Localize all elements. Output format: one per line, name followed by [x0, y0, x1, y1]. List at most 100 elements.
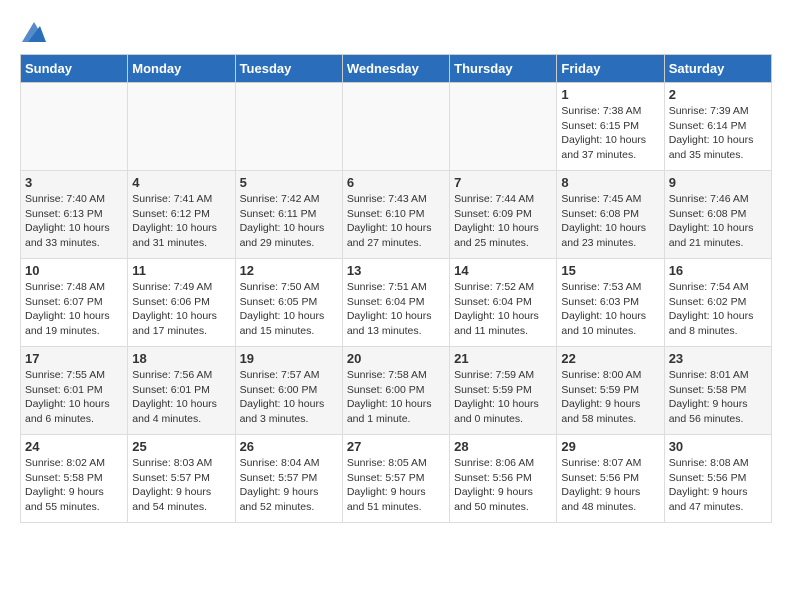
calendar-cell: 19 Sunrise: 7:57 AMSunset: 6:00 PMDayligh…: [235, 347, 342, 435]
day-info: Sunrise: 8:05 AMSunset: 5:57 PMDaylight:…: [347, 456, 445, 515]
day-number: 20: [347, 351, 445, 366]
day-info: Sunrise: 7:46 AMSunset: 6:08 PMDaylight:…: [669, 192, 767, 251]
calendar-cell: 9 Sunrise: 7:46 AMSunset: 6:08 PMDaylight…: [664, 171, 771, 259]
logo: [20, 20, 46, 44]
calendar-cell: 15 Sunrise: 7:53 AMSunset: 6:03 PMDayligh…: [557, 259, 664, 347]
day-info: Sunrise: 7:54 AMSunset: 6:02 PMDaylight:…: [669, 280, 767, 339]
day-number: 22: [561, 351, 659, 366]
day-info: Sunrise: 7:55 AMSunset: 6:01 PMDaylight:…: [25, 368, 123, 427]
day-number: 29: [561, 439, 659, 454]
day-number: 6: [347, 175, 445, 190]
day-info: Sunrise: 8:08 AMSunset: 5:56 PMDaylight:…: [669, 456, 767, 515]
calendar-cell: 14 Sunrise: 7:52 AMSunset: 6:04 PMDayligh…: [450, 259, 557, 347]
day-number: 17: [25, 351, 123, 366]
day-of-week-header: Saturday: [664, 55, 771, 83]
calendar-week-row: 24Sunrise: 8:02 AMSunset: 5:58 PMDayligh…: [21, 435, 772, 523]
day-info: Sunrise: 7:48 AMSunset: 6:07 PMDaylight:…: [25, 280, 123, 339]
day-info: Sunrise: 7:50 AMSunset: 6:05 PMDaylight:…: [240, 280, 338, 339]
calendar-cell: [128, 83, 235, 171]
day-info: Sunrise: 7:41 AMSunset: 6:12 PMDaylight:…: [132, 192, 230, 251]
day-number: 12: [240, 263, 338, 278]
day-info: Sunrise: 7:43 AMSunset: 6:10 PMDaylight:…: [347, 192, 445, 251]
day-info: Sunrise: 7:45 AMSunset: 6:08 PMDaylight:…: [561, 192, 659, 251]
day-info: Sunrise: 8:07 AMSunset: 5:56 PMDaylight:…: [561, 456, 659, 515]
calendar-cell: 29 Sunrise: 8:07 AMSunset: 5:56 PMDayligh…: [557, 435, 664, 523]
day-number: 2: [669, 87, 767, 102]
day-number: 13: [347, 263, 445, 278]
calendar-cell: 25 Sunrise: 8:03 AMSunset: 5:57 PMDayligh…: [128, 435, 235, 523]
day-number: 25: [132, 439, 230, 454]
calendar-table: SundayMondayTuesdayWednesdayThursdayFrid…: [20, 54, 772, 523]
day-of-week-header: Wednesday: [342, 55, 449, 83]
day-number: 21: [454, 351, 552, 366]
day-number: 7: [454, 175, 552, 190]
calendar-cell: 30Sunrise: 8:08 AMSunset: 5:56 PMDayligh…: [664, 435, 771, 523]
day-info: Sunrise: 7:51 AMSunset: 6:04 PMDaylight:…: [347, 280, 445, 339]
day-info: Sunrise: 8:06 AMSunset: 5:56 PMDaylight:…: [454, 456, 552, 515]
day-number: 26: [240, 439, 338, 454]
day-of-week-header: Sunday: [21, 55, 128, 83]
calendar-cell: 10Sunrise: 7:48 AMSunset: 6:07 PMDayligh…: [21, 259, 128, 347]
day-number: 28: [454, 439, 552, 454]
calendar-cell: 1 Sunrise: 7:38 AMSunset: 6:15 PMDaylight…: [557, 83, 664, 171]
day-number: 8: [561, 175, 659, 190]
days-of-week-row: SundayMondayTuesdayWednesdayThursdayFrid…: [21, 55, 772, 83]
calendar-cell: 3Sunrise: 7:40 AMSunset: 6:13 PMDaylight…: [21, 171, 128, 259]
day-number: 9: [669, 175, 767, 190]
day-info: Sunrise: 7:59 AMSunset: 5:59 PMDaylight:…: [454, 368, 552, 427]
day-number: 1: [561, 87, 659, 102]
calendar-cell: 8 Sunrise: 7:45 AMSunset: 6:08 PMDaylight…: [557, 171, 664, 259]
calendar-cell: 7 Sunrise: 7:44 AMSunset: 6:09 PMDaylight…: [450, 171, 557, 259]
calendar-cell: 21 Sunrise: 7:59 AMSunset: 5:59 PMDayligh…: [450, 347, 557, 435]
day-info: Sunrise: 7:56 AMSunset: 6:01 PMDaylight:…: [132, 368, 230, 427]
day-info: Sunrise: 7:39 AMSunset: 6:14 PMDaylight:…: [669, 104, 767, 163]
day-info: Sunrise: 7:49 AMSunset: 6:06 PMDaylight:…: [132, 280, 230, 339]
day-info: Sunrise: 8:03 AMSunset: 5:57 PMDaylight:…: [132, 456, 230, 515]
day-info: Sunrise: 7:42 AMSunset: 6:11 PMDaylight:…: [240, 192, 338, 251]
calendar-cell: 16 Sunrise: 7:54 AMSunset: 6:02 PMDayligh…: [664, 259, 771, 347]
day-info: Sunrise: 7:57 AMSunset: 6:00 PMDaylight:…: [240, 368, 338, 427]
calendar-cell: 24Sunrise: 8:02 AMSunset: 5:58 PMDayligh…: [21, 435, 128, 523]
calendar-cell: 2 Sunrise: 7:39 AMSunset: 6:14 PMDaylight…: [664, 83, 771, 171]
day-number: 19: [240, 351, 338, 366]
calendar-cell: 18 Sunrise: 7:56 AMSunset: 6:01 PMDayligh…: [128, 347, 235, 435]
day-number: 15: [561, 263, 659, 278]
day-info: Sunrise: 7:38 AMSunset: 6:15 PMDaylight:…: [561, 104, 659, 163]
day-info: Sunrise: 8:04 AMSunset: 5:57 PMDaylight:…: [240, 456, 338, 515]
day-info: Sunrise: 7:53 AMSunset: 6:03 PMDaylight:…: [561, 280, 659, 339]
logo-icon: [22, 20, 46, 44]
day-number: 11: [132, 263, 230, 278]
calendar-cell: 27 Sunrise: 8:05 AMSunset: 5:57 PMDayligh…: [342, 435, 449, 523]
day-number: 18: [132, 351, 230, 366]
day-number: 4: [132, 175, 230, 190]
day-of-week-header: Monday: [128, 55, 235, 83]
calendar-cell: 11 Sunrise: 7:49 AMSunset: 6:06 PMDayligh…: [128, 259, 235, 347]
day-of-week-header: Thursday: [450, 55, 557, 83]
calendar-cell: 12 Sunrise: 7:50 AMSunset: 6:05 PMDayligh…: [235, 259, 342, 347]
day-number: 16: [669, 263, 767, 278]
calendar-cell: 17 Sunrise: 7:55 AMSunset: 6:01 PMDayligh…: [21, 347, 128, 435]
day-info: Sunrise: 7:52 AMSunset: 6:04 PMDaylight:…: [454, 280, 552, 339]
calendar-week-row: 17 Sunrise: 7:55 AMSunset: 6:01 PMDayligh…: [21, 347, 772, 435]
calendar-week-row: 3Sunrise: 7:40 AMSunset: 6:13 PMDaylight…: [21, 171, 772, 259]
day-number: 23: [669, 351, 767, 366]
calendar-cell: 4 Sunrise: 7:41 AMSunset: 6:12 PMDaylight…: [128, 171, 235, 259]
day-number: 14: [454, 263, 552, 278]
calendar-week-row: 1 Sunrise: 7:38 AMSunset: 6:15 PMDaylight…: [21, 83, 772, 171]
day-number: 27: [347, 439, 445, 454]
calendar-cell: 26 Sunrise: 8:04 AMSunset: 5:57 PMDayligh…: [235, 435, 342, 523]
calendar-cell: 6 Sunrise: 7:43 AMSunset: 6:10 PMDaylight…: [342, 171, 449, 259]
day-info: Sunrise: 8:02 AMSunset: 5:58 PMDaylight:…: [25, 456, 123, 515]
calendar-cell: [21, 83, 128, 171]
day-info: Sunrise: 7:40 AMSunset: 6:13 PMDaylight:…: [25, 192, 123, 251]
day-number: 5: [240, 175, 338, 190]
day-of-week-header: Friday: [557, 55, 664, 83]
calendar-cell: 5 Sunrise: 7:42 AMSunset: 6:11 PMDaylight…: [235, 171, 342, 259]
day-info: Sunrise: 8:00 AMSunset: 5:59 PMDaylight:…: [561, 368, 659, 427]
calendar-cell: [342, 83, 449, 171]
page-header: [20, 20, 772, 44]
calendar-cell: 22 Sunrise: 8:00 AMSunset: 5:59 PMDayligh…: [557, 347, 664, 435]
day-info: Sunrise: 7:44 AMSunset: 6:09 PMDaylight:…: [454, 192, 552, 251]
calendar-cell: [450, 83, 557, 171]
day-info: Sunrise: 8:01 AMSunset: 5:58 PMDaylight:…: [669, 368, 767, 427]
